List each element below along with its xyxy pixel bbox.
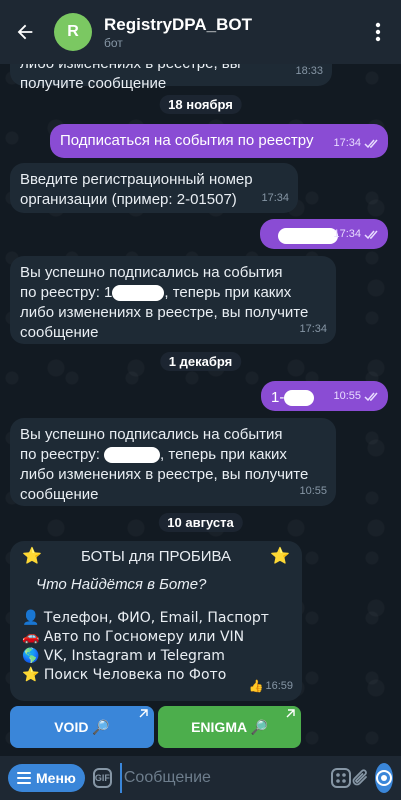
promo-title-row: ⭐ БОТЫ для ПРОБИВА ⭐ (22, 547, 290, 567)
message-time-wrap: 10:55 (333, 386, 379, 406)
message-outgoing[interactable]: 17:34 (260, 219, 388, 249)
message-time: 16:59 (265, 680, 293, 692)
star-icon: ⭐ (270, 548, 290, 565)
list-item: 👤 Телефон, ФИО, Email, Паспорт (22, 609, 290, 628)
date-separator: 18 ноября (159, 95, 242, 114)
gif-icon[interactable]: GIF (92, 768, 112, 788)
chat-subtitle: бот (104, 35, 123, 50)
external-arrow-icon (139, 709, 148, 718)
bot-menu-button[interactable]: Меню (8, 764, 85, 792)
list-item: 🚗 Авто по Госномеру или VIN (22, 628, 290, 647)
message-text: по реестру: 1 (20, 284, 113, 301)
message-time: 10:55 (333, 390, 361, 402)
message-line: Вы успешно подписались на события (20, 264, 283, 281)
star-icon: ⭐ (22, 667, 40, 683)
message-time: 17:34 (333, 137, 361, 149)
chat-title: RegistryDPA_BOT (104, 14, 252, 34)
redacted-text (284, 390, 315, 407)
message-text: 1- (271, 389, 285, 406)
message-outgoing[interactable]: 1- 10:55 (261, 381, 388, 411)
message-text: , теперь при каких (160, 446, 287, 463)
list-item-text: Поиск Человека по Фото (43, 667, 227, 683)
message-time-wrap: 17:34 (333, 224, 379, 244)
attach-button[interactable] (351, 760, 371, 796)
message-line: Вы успешно подписались на события (20, 426, 283, 443)
message-incoming[interactable]: Вы успешно подписались на события по рее… (10, 418, 336, 506)
back-button[interactable] (10, 17, 40, 47)
person-icon: 👤 (22, 610, 40, 626)
message-incoming[interactable]: Введите регистрационный номер организаци… (10, 163, 298, 213)
promo-subtitle: Что Найдётся в Боте? (36, 576, 207, 593)
chat-header: R RegistryDPA_BOT бот (0, 0, 401, 64)
message-line: либо изменениях в реестре, вы получите (20, 304, 309, 321)
double-check-icon (364, 230, 378, 239)
message-text: Введите регистрационный номер организаци… (20, 171, 253, 208)
void-button[interactable]: VOID 🔎 (10, 706, 154, 748)
thumbs-up-icon: 👍 (248, 679, 264, 693)
date-separator: 10 августа (158, 513, 243, 532)
hamburger-icon (17, 772, 31, 784)
message-time: 18:33 (295, 65, 323, 77)
redacted-text (278, 228, 338, 245)
car-icon: 🚗 (22, 629, 40, 645)
message-line: сообщение (20, 486, 99, 503)
commands-grid-icon (330, 768, 351, 788)
message-line: либо изменениях в реестре, вы получите (20, 466, 309, 483)
message-line: по реестру: 1 , теперь при каких (20, 283, 326, 303)
more-options-button[interactable] (365, 17, 391, 47)
enigma-button[interactable]: ENIGMA 🔎 (158, 706, 301, 748)
star-icon: ⭐ (22, 548, 42, 565)
message-time: 10:55 (299, 485, 327, 497)
enigma-button-label: ENIGMA 🔎 (191, 718, 268, 735)
message-time: 17:34 (261, 192, 289, 204)
message-time: 17:34 (299, 323, 327, 335)
message-outgoing[interactable]: Подписаться на события по реестру 17:34 (50, 124, 388, 158)
bot-menu-label: Меню (36, 770, 76, 786)
promo-list: 👤 Телефон, ФИО, Email, Паспорт 🚗 Авто по… (22, 609, 290, 685)
message-line: по реестру: , теперь при каких (20, 445, 326, 465)
promo-title: БОТЫ для ПРОБИВА (80, 548, 231, 565)
message-line: сообщение (20, 324, 99, 341)
list-item-text: Авто по Госномеру или VIN (43, 629, 245, 645)
arrow-left-icon (17, 24, 33, 40)
message-text: , теперь при каких (164, 284, 292, 301)
redacted-text (112, 285, 165, 302)
message-incoming[interactable]: Вы успешно подписались на события по рее… (10, 256, 336, 344)
avatar[interactable]: R (54, 13, 92, 51)
redacted-text (104, 447, 161, 464)
message-time-wrap: 👍 16:59 (249, 676, 293, 696)
message-input[interactable] (119, 763, 331, 793)
message-input-bar: Меню GIF (0, 756, 401, 800)
message-time: 17:34 (333, 228, 361, 240)
message-time-wrap: 17:34 (333, 133, 379, 153)
globe-icon: 🌎 (22, 648, 40, 664)
list-item-text: VK, Instagram и Telegram (43, 648, 225, 664)
double-check-icon (364, 139, 378, 148)
list-item-text: Телефон, ФИО, Email, Паспорт (43, 610, 269, 626)
camera-icon (376, 770, 392, 786)
camera-button[interactable] (375, 763, 393, 793)
bot-commands-button[interactable] (330, 760, 351, 796)
date-separator: 1 декабря (159, 352, 242, 371)
paperclip-icon (352, 769, 367, 786)
double-check-icon (364, 392, 378, 401)
promo-message[interactable]: ⭐ БОТЫ для ПРОБИВА ⭐ Что Найдётся в Боте… (10, 541, 302, 701)
message-text: по реестру: (20, 446, 100, 463)
external-arrow-icon (286, 709, 295, 718)
list-item: 🌎 VK, Instagram и Telegram (22, 647, 290, 666)
vertical-dots-icon (375, 22, 381, 42)
void-button-label: VOID 🔎 (54, 718, 110, 735)
message-text: Подписаться на события по реестру (60, 132, 314, 149)
chat-title-area[interactable]: RegistryDPA_BOT бот (104, 15, 365, 50)
